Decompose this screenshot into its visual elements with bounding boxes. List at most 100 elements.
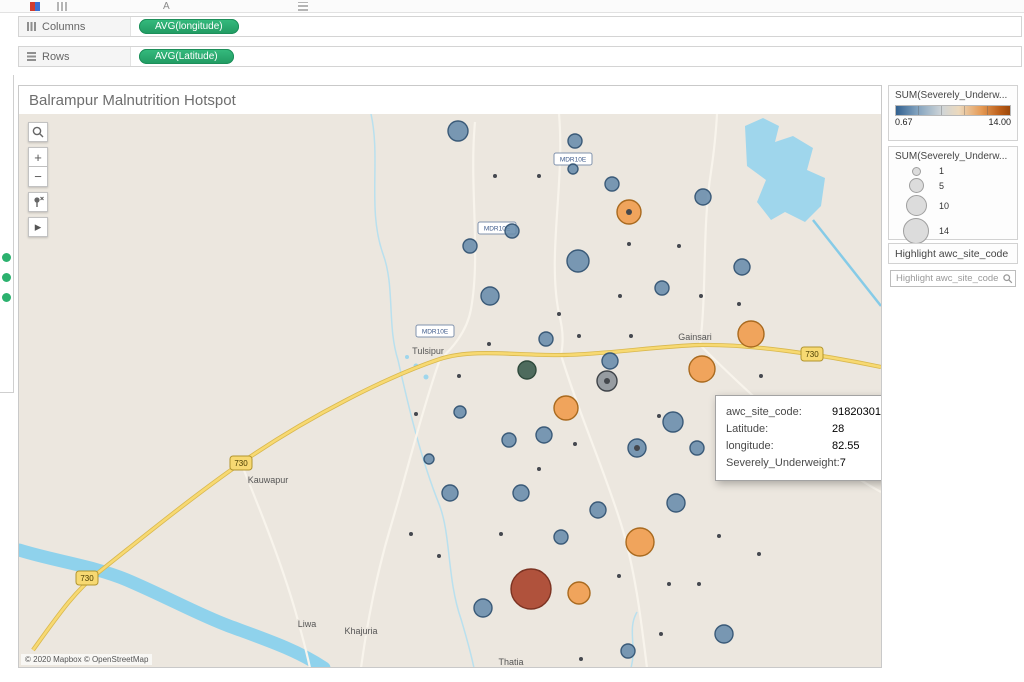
data-dot[interactable] xyxy=(677,244,681,248)
zoom-out-button[interactable]: − xyxy=(28,167,48,187)
data-dot[interactable] xyxy=(659,632,663,636)
road-shield-label: MDR10E xyxy=(422,329,449,336)
data-dot[interactable] xyxy=(757,552,761,556)
data-dot[interactable] xyxy=(667,582,671,586)
data-dot[interactable] xyxy=(759,374,763,378)
data-dot[interactable] xyxy=(493,174,497,178)
data-point[interactable] xyxy=(590,502,606,518)
columns-shelf-label: Columns xyxy=(19,17,131,36)
data-dot[interactable] xyxy=(579,657,583,661)
data-point[interactable] xyxy=(505,224,519,238)
measure-pill-fragment[interactable] xyxy=(2,273,11,282)
data-dot[interactable] xyxy=(487,342,491,346)
data-dot[interactable] xyxy=(657,414,661,418)
rows-shelf-label: Rows xyxy=(19,47,131,66)
size-legend-item[interactable]: 14 xyxy=(889,217,1017,245)
highlighter-card[interactable]: Highlight awc_site_code xyxy=(888,243,1018,264)
data-point-core xyxy=(604,378,610,384)
data-dot[interactable] xyxy=(737,302,741,306)
data-dot[interactable] xyxy=(537,174,541,178)
data-dot[interactable] xyxy=(557,312,561,316)
data-point[interactable] xyxy=(602,353,618,369)
data-dot[interactable] xyxy=(414,412,418,416)
data-point[interactable] xyxy=(738,321,764,347)
data-point[interactable] xyxy=(626,528,654,556)
data-dot[interactable] xyxy=(577,334,581,338)
data-dot[interactable] xyxy=(537,467,541,471)
size-legend-card[interactable]: SUM(Severely_Underw... 151014 xyxy=(888,146,1018,240)
data-point[interactable] xyxy=(511,569,551,609)
size-legend-item[interactable]: 10 xyxy=(889,194,1017,217)
data-point[interactable] xyxy=(605,177,619,191)
map-canvas[interactable]: MDR10EMDR10EMDR10E730730730 TulsipurKauw… xyxy=(19,114,881,667)
size-legend-circle xyxy=(909,178,924,193)
data-point[interactable] xyxy=(690,441,704,455)
pill-avg-longitude[interactable]: AVG(longitude) xyxy=(139,19,239,34)
size-legend-item[interactable]: 1 xyxy=(889,165,1017,177)
toolbar-icon-fragment[interactable] xyxy=(57,2,67,11)
data-point[interactable] xyxy=(442,485,458,501)
data-point[interactable] xyxy=(568,164,578,174)
map-tools-expand-button[interactable]: ▸ xyxy=(28,217,48,237)
data-point[interactable] xyxy=(513,485,529,501)
data-point[interactable] xyxy=(715,625,733,643)
data-point[interactable] xyxy=(481,287,499,305)
measure-pill-fragment[interactable] xyxy=(2,253,11,262)
data-dot[interactable] xyxy=(699,294,703,298)
data-point[interactable] xyxy=(474,599,492,617)
data-point[interactable] xyxy=(502,433,516,447)
data-point[interactable] xyxy=(621,644,635,658)
data-point[interactable] xyxy=(454,406,466,418)
pill-avg-latitude[interactable]: AVG(Latitude) xyxy=(139,49,234,64)
data-point[interactable] xyxy=(568,582,590,604)
data-point[interactable] xyxy=(695,189,711,205)
data-point[interactable] xyxy=(667,494,685,512)
size-legend-circle xyxy=(903,218,929,244)
data-dot[interactable] xyxy=(717,534,721,538)
data-point[interactable] xyxy=(539,332,553,346)
data-point[interactable] xyxy=(689,356,715,382)
data-point[interactable] xyxy=(554,396,578,420)
highlight-search-input[interactable] xyxy=(890,270,1016,287)
data-point[interactable] xyxy=(448,121,468,141)
toolbar-format-icon[interactable]: A xyxy=(163,2,173,11)
map-svg[interactable]: MDR10EMDR10EMDR10E730730730 TulsipurKauw… xyxy=(19,114,881,667)
map-pin-button[interactable] xyxy=(28,192,48,212)
toolbar-icon-fragment[interactable] xyxy=(298,2,308,11)
data-point[interactable] xyxy=(663,412,683,432)
color-legend-card[interactable]: SUM(Severely_Underw... 0.67 14.00 xyxy=(888,85,1018,141)
data-point[interactable] xyxy=(424,454,434,464)
data-point[interactable] xyxy=(536,427,552,443)
data-point[interactable] xyxy=(734,259,750,275)
color-legend-gradient[interactable] xyxy=(895,105,1011,116)
data-dot[interactable] xyxy=(499,532,503,536)
data-point[interactable] xyxy=(463,239,477,253)
tooltip-label: longitude: xyxy=(726,438,832,455)
data-dot[interactable] xyxy=(697,582,701,586)
collapsed-data-pane[interactable] xyxy=(0,75,14,393)
zoom-in-button[interactable]: + xyxy=(28,147,48,167)
map-place-label: Thatia xyxy=(498,657,523,667)
data-dot[interactable] xyxy=(627,242,631,246)
size-legend-circle xyxy=(912,167,921,176)
data-dot[interactable] xyxy=(409,532,413,536)
size-legend-title: SUM(Severely_Underw... xyxy=(889,147,1017,164)
data-point[interactable] xyxy=(518,361,536,379)
map-search-button[interactable] xyxy=(28,122,48,142)
size-legend-item[interactable]: 5 xyxy=(889,177,1017,194)
data-dot[interactable] xyxy=(573,442,577,446)
data-dot[interactable] xyxy=(457,374,461,378)
size-legend-rows: 151014 xyxy=(889,164,1017,249)
toolbar-icon-fragment[interactable] xyxy=(30,2,40,11)
data-dot[interactable] xyxy=(618,294,622,298)
tooltip-value: 9182030107 xyxy=(832,406,881,418)
data-point[interactable] xyxy=(655,281,669,295)
data-point[interactable] xyxy=(554,530,568,544)
measure-pill-fragment[interactable] xyxy=(2,293,11,302)
data-point[interactable] xyxy=(567,250,589,272)
data-point[interactable] xyxy=(568,134,582,148)
map-place-label: Khajuria xyxy=(344,626,377,636)
data-dot[interactable] xyxy=(617,574,621,578)
data-dot[interactable] xyxy=(437,554,441,558)
data-dot[interactable] xyxy=(629,334,633,338)
